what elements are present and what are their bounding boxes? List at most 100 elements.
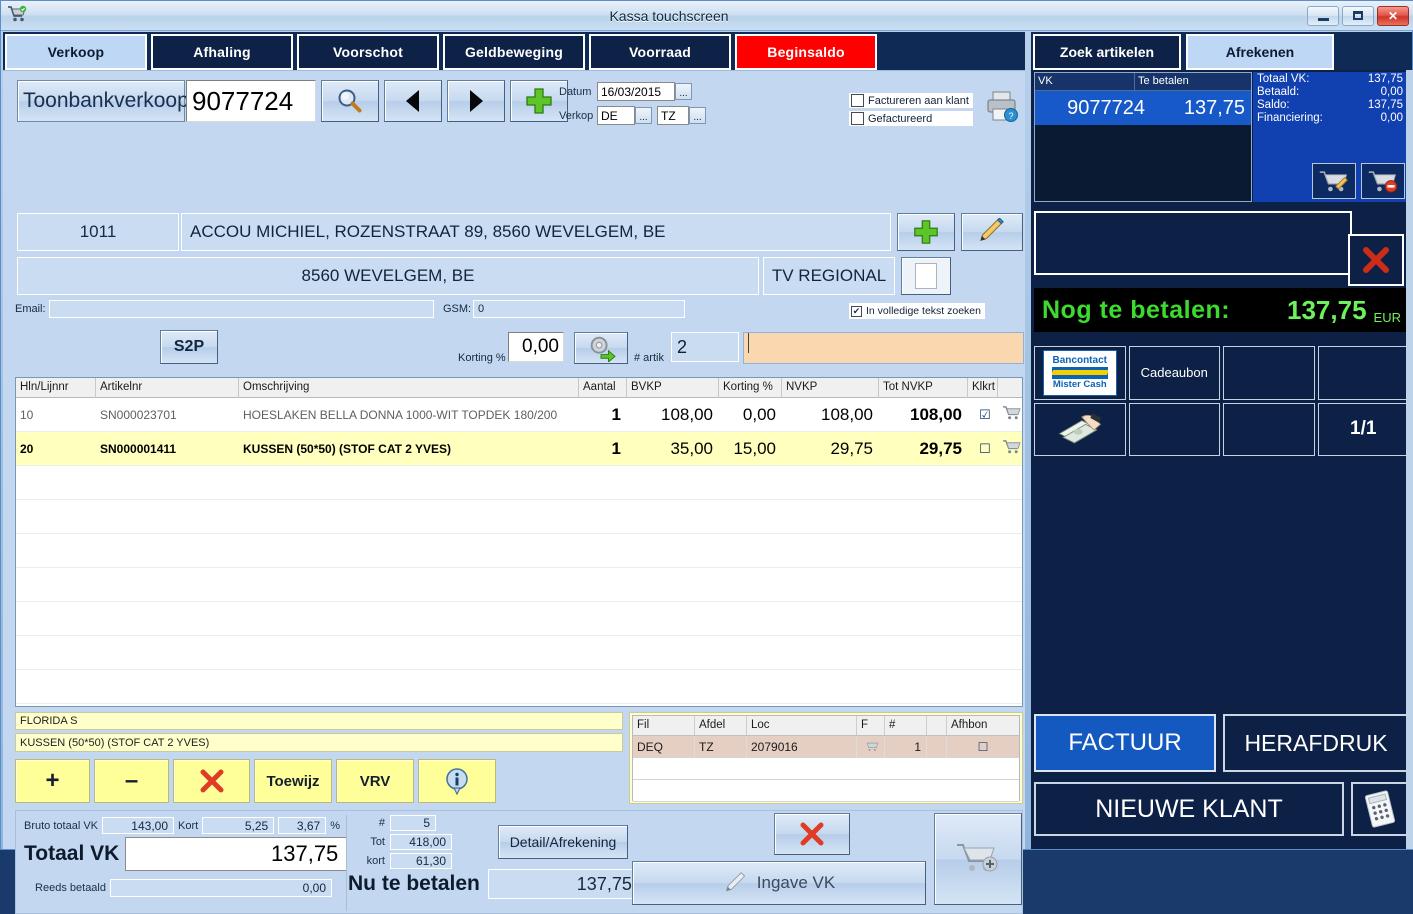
scan-input[interactable] (743, 332, 1024, 364)
gsm-input[interactable]: 0 (473, 300, 685, 318)
s2p-button[interactable]: S2P (160, 330, 218, 364)
info-button[interactable] (418, 759, 496, 803)
cell-nvkp: 29,75 (830, 438, 873, 458)
close-sale-button[interactable] (1348, 234, 1404, 286)
tab-voorraad[interactable]: Voorraad (589, 34, 731, 70)
article-count-field[interactable]: 2 (671, 332, 739, 362)
delete-cart-button[interactable] (1361, 163, 1405, 199)
totals-summary: Totaal VK: 137,75 Betaald: 0,00 Saldo: 1… (1253, 72, 1409, 202)
tab-voorschot[interactable]: Voorschot (297, 34, 439, 70)
nieuwe-klant-button[interactable]: NIEUWE KLANT (1034, 782, 1344, 836)
delete-line-button[interactable] (173, 759, 250, 803)
customer-name-field[interactable]: ACCOU MICHIEL, ROZENSTRAAT 89, 8560 WEVE… (181, 213, 891, 251)
total-value-field: 137,75 (125, 837, 348, 871)
seller-code-input[interactable]: DE (597, 106, 635, 125)
tab-zoek-artikelen[interactable]: Zoek artikelen (1033, 34, 1181, 70)
seller-dept-picker-button[interactable]: ... (689, 107, 706, 124)
next-document-button[interactable] (447, 80, 505, 122)
tab-verkoop[interactable]: Verkoop (5, 34, 147, 70)
column-header-afdel: Afdel (695, 716, 747, 735)
memo-line-1[interactable]: FLORIDA S (15, 712, 623, 730)
bancontact-button[interactable]: Bancontact Mister Cash (1034, 346, 1126, 400)
location-table[interactable]: Fil Afdel Loc F # Afhbon DEQ TZ 2079016 (632, 715, 1020, 802)
cell-afhbon-checkbox[interactable]: ☐ (947, 736, 1019, 758)
add-to-cart-button[interactable] (934, 813, 1022, 905)
sales-lines-grid[interactable]: Hln/Lijnnr Artikelnr Omschrijving Aantal… (15, 377, 1023, 707)
seller-dept-input[interactable]: TZ (657, 106, 689, 125)
edit-cart-button[interactable] (1312, 163, 1356, 199)
detail-afrekening-button[interactable]: Detail/Afrekening (498, 825, 628, 859)
cash-button[interactable] (1034, 402, 1126, 456)
close-button[interactable]: ✕ (1377, 5, 1409, 26)
checkout-tab-bar: Zoek artikelen Afrekenen (1031, 32, 1412, 70)
assign-button[interactable]: Toewijz (254, 759, 332, 803)
page-indicator-button[interactable]: 1/1 (1317, 402, 1409, 456)
note-field[interactable] (1034, 211, 1352, 275)
table-row[interactable]: 20 SN000001411 KUSSEN (50*50) (STOF CAT … (16, 432, 1022, 466)
cancel-sale-button[interactable] (774, 813, 850, 855)
checkbox-gefactureerd[interactable]: Gefactureerd (849, 111, 973, 126)
giftcard-button[interactable]: Cadeaubon (1128, 346, 1220, 400)
ingave-vk-button[interactable]: Ingave VK (632, 861, 926, 905)
payment-empty-1[interactable] (1223, 346, 1315, 400)
checkbox-in-volledige-tekst-zoeken[interactable]: ✔ In volledige tekst zoeken (849, 303, 985, 319)
increase-quantity-button[interactable]: + (15, 759, 90, 803)
table-row[interactable]: 10 SN000023701 HOESLAKEN BELLA DONNA 100… (16, 398, 1022, 432)
edit-customer-button[interactable] (961, 213, 1023, 251)
cell-line: 10 (20, 407, 34, 422)
cart-actions (1312, 163, 1405, 199)
tab-geldbeweging[interactable]: Geldbeweging (443, 34, 585, 70)
payment-empty-2[interactable] (1317, 346, 1409, 400)
customer-note-button[interactable] (901, 257, 951, 295)
email-input[interactable] (49, 300, 434, 318)
vrv-button[interactable]: VRV (336, 759, 414, 803)
tab-label: Beginsaldo (767, 44, 845, 60)
tab-label: Voorraad (628, 44, 692, 60)
factuur-button[interactable]: FACTUUR (1034, 714, 1216, 772)
payment-empty-3[interactable] (1128, 402, 1220, 456)
customer-number-field[interactable]: 1011 (17, 213, 179, 251)
customer-city-field[interactable]: 8560 WEVELGEM, BE (17, 257, 759, 295)
cell-klkrt-checkbox[interactable]: ☑ (968, 407, 998, 423)
document-number-input[interactable]: 9077724 (186, 80, 316, 122)
seller-code-picker-button[interactable]: ... (635, 107, 652, 124)
pos-application-window: Kassa touchscreen ✕ Verkoop Afhaling Voo… (0, 0, 1413, 914)
due-now-label: Nu te betalen (348, 872, 480, 895)
cell-nvkp: 108,00 (821, 404, 873, 424)
previous-arrow-icon (406, 90, 419, 112)
cell-cart-button[interactable] (998, 439, 1022, 458)
cell-cart-button[interactable] (998, 405, 1022, 424)
minimize-button[interactable] (1307, 5, 1339, 26)
table-row[interactable]: DEQ TZ 2079016 1 ☐ (633, 735, 1019, 758)
checkbox-factureren-aan-klant[interactable]: Factureren aan klant (849, 93, 973, 108)
cell-klkrt-checkbox[interactable]: ☐ (968, 441, 998, 457)
decrease-quantity-button[interactable]: – (94, 759, 169, 803)
previous-document-button[interactable] (384, 80, 442, 122)
document-type-button[interactable]: Toonbankverkoop (17, 80, 189, 122)
checkbox-box (851, 112, 864, 125)
payment-empty-4[interactable] (1223, 402, 1315, 456)
totals-panel: Bruto totaal VK 143,00 Kort 5,25 3,67 % … (15, 810, 1023, 914)
calculator-button[interactable] (1351, 782, 1409, 836)
column-header-klkrt: Klkrt (968, 378, 998, 398)
date-picker-button[interactable]: ... (675, 83, 692, 100)
search-document-button[interactable] (321, 80, 379, 122)
herafdruk-button[interactable]: HERAFDRUK (1223, 714, 1409, 772)
list-item[interactable]: 9077724 137,75 (1035, 91, 1251, 125)
apply-discount-button[interactable] (574, 332, 628, 364)
tab-beginsaldo[interactable]: Beginsaldo (735, 34, 877, 70)
maximize-button[interactable] (1342, 5, 1374, 26)
print-settings-button[interactable]: ? (985, 89, 1019, 128)
date-input[interactable]: 16/03/2015 (597, 82, 675, 101)
vk-list[interactable]: VK Te betalen 9077724 137,75 (1034, 72, 1252, 202)
cell-f-icon[interactable] (857, 735, 885, 758)
add-customer-button[interactable] (897, 213, 955, 251)
checkbox-box (851, 94, 864, 107)
tab-afrekenen[interactable]: Afrekenen (1186, 34, 1334, 70)
due-now-value: 137,75 (487, 869, 638, 899)
tab-afhaling[interactable]: Afhaling (151, 34, 293, 70)
tv-region-field[interactable]: TV REGIONAL (763, 257, 895, 295)
discount-input[interactable]: 0,00 (508, 332, 564, 362)
memo-line-2[interactable]: KUSSEN (50*50) (STOF CAT 2 YVES) (15, 733, 623, 752)
summary-row: Financiering: 0,00 (1253, 111, 1409, 124)
